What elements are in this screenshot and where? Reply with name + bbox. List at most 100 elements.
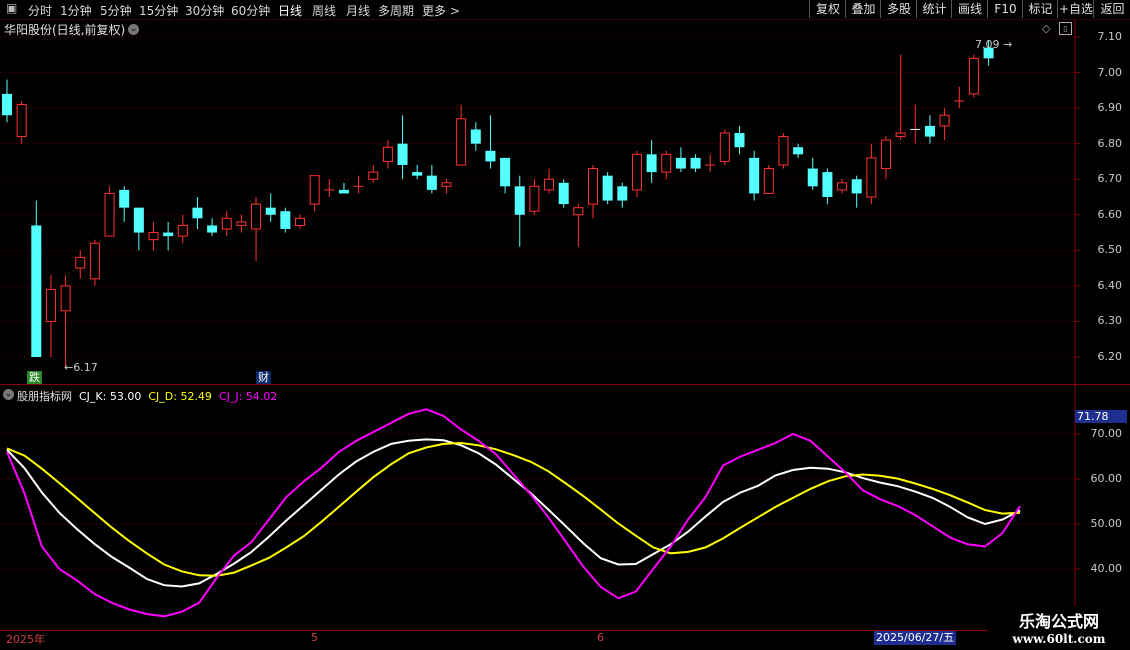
line-cj_k (6, 438, 1021, 588)
price-tick-label: 6.60 (1097, 207, 1123, 221)
chart-canvas[interactable] (0, 0, 1130, 650)
candle (529, 179, 540, 215)
date-label-may: 5 (311, 631, 318, 644)
date-label-year: 2025年 (6, 633, 45, 646)
indicator-dropdown-icon[interactable]: ⌄ (3, 389, 14, 400)
candle-body (617, 186, 628, 201)
price-tick-label: 6.50 (1097, 243, 1123, 257)
candle-body (837, 182, 848, 191)
candle-body (588, 168, 598, 205)
candle (309, 175, 320, 212)
candle-body (16, 104, 27, 138)
line-cj_j (6, 408, 1021, 618)
candle-body (382, 146, 393, 162)
candle (280, 207, 291, 233)
candle-body (675, 157, 686, 169)
candle-body (646, 154, 657, 173)
candle (500, 157, 511, 194)
candle-body (573, 207, 584, 216)
candle (353, 175, 364, 194)
candle (207, 218, 218, 237)
candle (646, 140, 657, 183)
high-price-label: 7.09 → (975, 38, 1013, 51)
candle (939, 108, 950, 141)
candle (221, 211, 232, 237)
candle-body (500, 157, 511, 187)
candle-body (31, 225, 42, 357)
candle (661, 150, 672, 180)
candle-body (221, 217, 232, 230)
candle-body (793, 147, 804, 155)
candle-body (968, 57, 979, 95)
price-tick-label: 6.80 (1097, 136, 1123, 150)
candle-body (881, 139, 891, 170)
candle (558, 179, 569, 208)
candle-body (749, 157, 760, 194)
indicator-tick-label: 40.00 (1090, 562, 1123, 575)
candle-body (544, 178, 555, 191)
indicator-tick-label: 70.00 (1090, 427, 1123, 440)
candle (734, 125, 745, 155)
candle (807, 157, 818, 190)
candle (719, 129, 730, 165)
candle-body (265, 207, 276, 215)
low-price-label: ←6.17 (64, 361, 98, 374)
indicator-tick-label: 50.00 (1090, 517, 1123, 530)
candle (514, 175, 525, 247)
candle (924, 115, 935, 144)
candle (954, 86, 965, 109)
candle (16, 101, 27, 144)
candle-body (251, 203, 262, 230)
d-label: CJ_D: 52.49 (148, 390, 212, 403)
candle (544, 168, 555, 194)
candle (895, 54, 906, 141)
candle-body (104, 192, 115, 237)
candle (426, 165, 437, 194)
indicator-name: 股朋指标网 (17, 390, 72, 403)
candle (588, 165, 598, 219)
candle (602, 172, 613, 205)
candle-body (295, 217, 305, 226)
candle-body (60, 285, 71, 312)
candle-body (119, 189, 130, 208)
candle-body (177, 224, 188, 237)
candle-body (2, 93, 12, 116)
chart-frame (0, 20, 1130, 630)
candle-body (280, 211, 291, 229)
candle-body (807, 168, 818, 187)
candle (251, 197, 262, 261)
k-label: CJ_K: 53.00 (79, 390, 142, 403)
candle (148, 221, 159, 251)
candle (236, 214, 247, 233)
candle-body (309, 175, 320, 205)
candle-body (163, 232, 174, 237)
candle-body (397, 143, 408, 165)
candle-body (866, 157, 877, 198)
candle (295, 214, 305, 229)
candle-body (45, 288, 56, 322)
candle (89, 239, 100, 286)
candle-body (661, 153, 672, 173)
candle (133, 207, 144, 251)
candle-body (558, 182, 569, 205)
candle-body (763, 168, 774, 194)
indicator-title: 股朋指标网 CJ_K: 53.00 CJ_D: 52.49 CJ_J: 54.0… (17, 388, 277, 404)
candle-body (485, 150, 496, 162)
candle (265, 193, 276, 222)
candle (675, 147, 686, 173)
badge-drop[interactable]: 跌 (27, 371, 42, 384)
candle-body (192, 207, 203, 219)
current-value-box: 71.78 (1075, 410, 1127, 423)
candle (763, 165, 774, 194)
candle (866, 143, 877, 205)
candle-body (822, 172, 833, 197)
j-label: CJ_J: 54.02 (218, 390, 278, 403)
candle (617, 182, 628, 208)
candle (470, 122, 481, 151)
candle-body (514, 186, 525, 215)
line-cj_d (6, 441, 1021, 577)
candle-body (470, 129, 481, 144)
candle-body (133, 207, 144, 233)
badge-finance[interactable]: 财 (256, 371, 271, 384)
candle (968, 54, 979, 98)
